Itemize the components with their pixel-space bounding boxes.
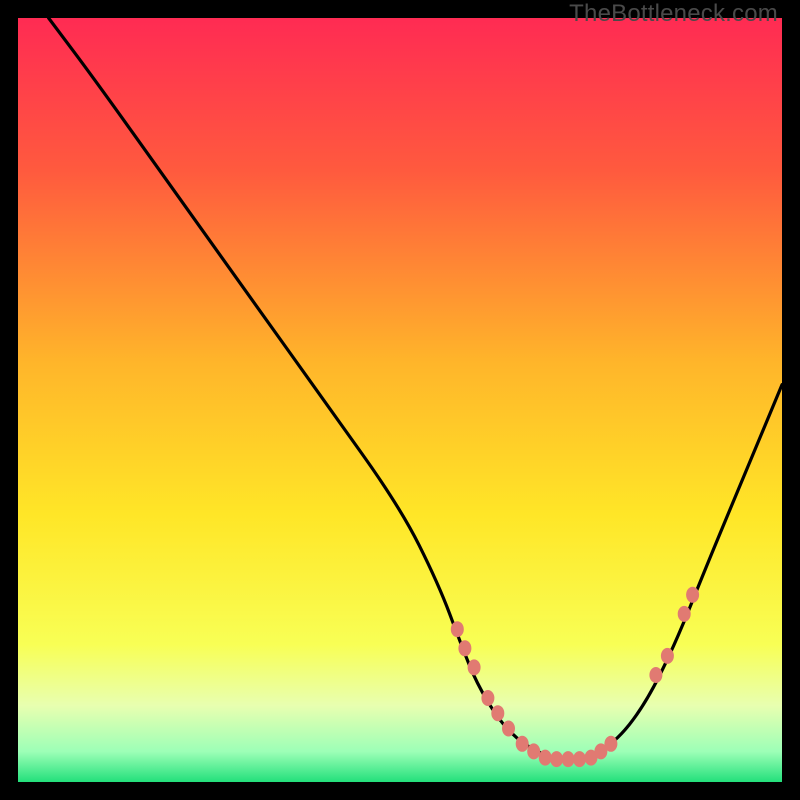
highlight-dot [516,736,529,752]
highlight-dot [550,751,563,767]
highlight-dot [649,667,662,683]
highlight-dot [527,743,540,759]
highlight-dot [458,640,471,656]
highlight-dot [604,736,617,752]
highlight-dot [502,721,515,737]
watermark-text: TheBottleneck.com [569,0,778,28]
highlight-dot [468,659,481,675]
highlight-dot [686,587,699,603]
highlight-dot [562,751,575,767]
highlight-dot [661,648,674,664]
chart-frame [18,18,782,782]
highlight-dot [539,750,552,766]
highlight-dot [678,606,691,622]
highlight-dot [451,621,464,637]
highlight-dot [573,751,586,767]
bottleneck-chart [18,18,782,782]
highlight-dot [481,690,494,706]
highlight-dot [491,705,504,721]
